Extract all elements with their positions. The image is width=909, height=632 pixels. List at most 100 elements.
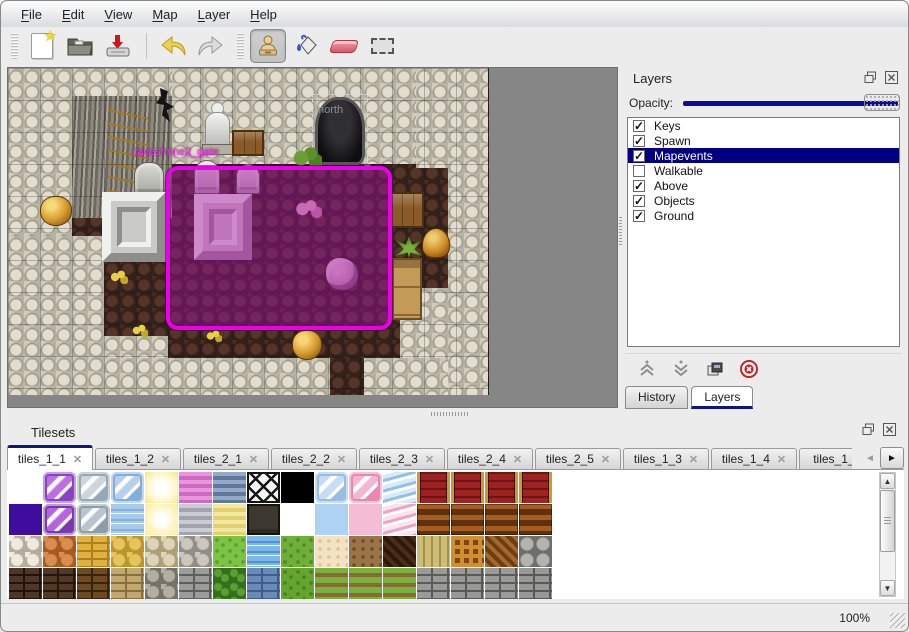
save-map-button[interactable] (100, 29, 136, 63)
palette-tile[interactable] (43, 472, 76, 503)
palette-tile[interactable] (43, 568, 76, 599)
resize-grip[interactable] (890, 613, 905, 628)
stamp-tool-button[interactable] (250, 29, 286, 63)
palette-tile[interactable] (417, 504, 450, 535)
palette-tile[interactable] (417, 536, 450, 567)
palette-tile[interactable] (315, 568, 348, 599)
palette-tile[interactable] (77, 568, 110, 599)
palette-tile[interactable] (281, 504, 314, 535)
open-map-button[interactable] (62, 29, 98, 63)
layer-checkbox[interactable]: ✓ (633, 180, 645, 192)
palette-tile[interactable] (111, 568, 144, 599)
palette-tile[interactable] (349, 536, 382, 567)
scroll-down-icon[interactable]: ▼ (880, 580, 895, 596)
palette-tile[interactable] (485, 472, 518, 503)
palette-tile[interactable] (383, 568, 416, 599)
palette-tile[interactable] (213, 568, 246, 599)
float-tilesets-icon[interactable] (862, 423, 875, 436)
palette-tile[interactable] (383, 472, 416, 503)
palette-tile[interactable] (145, 568, 178, 599)
palette-tile[interactable] (145, 504, 178, 535)
palette-tile[interactable] (315, 504, 348, 535)
scroll-tabs-right-button[interactable]: ► (880, 447, 904, 469)
menu-edit[interactable]: Edit (52, 3, 94, 26)
undo-button[interactable] (155, 29, 191, 63)
palette-tile[interactable] (349, 472, 382, 503)
opacity-slider-handle[interactable] (864, 94, 900, 111)
opacity-slider[interactable] (681, 94, 900, 112)
tab-close-icon[interactable]: ✕ (689, 453, 698, 466)
layer-row-objects[interactable]: ✓Objects (628, 193, 899, 208)
tab-close-icon[interactable]: ✕ (249, 453, 258, 466)
palette-tile[interactable] (451, 504, 484, 535)
tileset-tab-tiles_1_4[interactable]: tiles_1_4✕ (711, 448, 797, 470)
toolbar-drag-handle[interactable] (11, 33, 18, 59)
palette-tile[interactable] (349, 568, 382, 599)
palette-tile[interactable] (519, 472, 552, 503)
palette-tile[interactable] (111, 536, 144, 567)
palette-tile[interactable] (519, 504, 552, 535)
palette-tile[interactable] (213, 504, 246, 535)
layer-checkbox[interactable]: ✓ (633, 135, 645, 147)
palette-tile[interactable] (9, 504, 42, 535)
palette-tile[interactable] (315, 536, 348, 567)
duplicate-layer-button[interactable] (703, 358, 727, 380)
palette-tile[interactable] (9, 568, 42, 599)
palette-tile[interactable] (145, 472, 178, 503)
float-panel-icon[interactable] (864, 71, 877, 84)
raise-layer-button[interactable] (635, 358, 659, 380)
close-panel-icon[interactable] (885, 71, 898, 84)
scrollbar-thumb[interactable] (880, 490, 895, 552)
palette-tile[interactable] (315, 472, 348, 503)
layer-row-mapevents[interactable]: ✓Mapevents (628, 148, 899, 163)
tileset-tab-tiles_2_3[interactable]: tiles_2_3✕ (359, 448, 445, 470)
tileset-tab-tiles_2_5[interactable]: tiles_2_5✕ (535, 448, 621, 470)
tab-close-icon[interactable]: ✕ (513, 453, 522, 466)
map-canvas[interactable]: north (7, 67, 618, 408)
palette-tile[interactable] (417, 472, 450, 503)
menu-file[interactable]: File (11, 3, 52, 26)
tab-layers[interactable]: Layers (691, 386, 753, 409)
palette-tile[interactable] (451, 568, 484, 599)
palette-tile[interactable] (179, 504, 212, 535)
palette-tile[interactable] (247, 536, 280, 567)
palette-tile[interactable] (111, 472, 144, 503)
tab-close-icon[interactable]: ✕ (161, 453, 170, 466)
palette-tile[interactable] (247, 568, 280, 599)
close-tilesets-icon[interactable] (883, 423, 896, 436)
tab-close-icon[interactable]: ✕ (777, 453, 786, 466)
layer-row-keys[interactable]: ✓Keys (628, 118, 899, 133)
palette-tile[interactable] (485, 536, 518, 567)
palette-tile[interactable] (77, 504, 110, 535)
palette-tile[interactable] (247, 504, 280, 535)
palette-tile[interactable] (77, 472, 110, 503)
layer-row-spawn[interactable]: ✓Spawn (628, 133, 899, 148)
tileset-tab-tiles_1_[interactable]: tiles_1_✕ (799, 448, 852, 470)
fill-tool-button[interactable] (288, 29, 324, 63)
menu-view[interactable]: View (94, 3, 142, 26)
palette-tile[interactable] (485, 568, 518, 599)
palette-tile[interactable] (43, 536, 76, 567)
lower-layer-button[interactable] (669, 358, 693, 380)
horizontal-splitter[interactable] (5, 409, 906, 419)
layer-row-ground[interactable]: ✓Ground (628, 208, 899, 223)
palette-tile[interactable] (485, 504, 518, 535)
delete-layer-button[interactable] (737, 358, 761, 380)
palette-tile[interactable] (417, 568, 450, 599)
toolbar-drag-handle-2[interactable] (237, 33, 244, 59)
new-map-button[interactable] (24, 29, 60, 63)
palette-tile[interactable] (9, 472, 42, 503)
palette-tile[interactable] (213, 472, 246, 503)
layer-checkbox[interactable] (633, 165, 645, 177)
palette-tile[interactable] (111, 504, 144, 535)
layer-row-walkable[interactable]: Walkable (628, 163, 899, 178)
eraser-tool-button[interactable] (326, 29, 362, 63)
palette-tile[interactable] (349, 504, 382, 535)
tileset-tab-tiles_1_2[interactable]: tiles_1_2✕ (95, 448, 181, 470)
layer-checkbox[interactable]: ✓ (633, 210, 645, 222)
tab-history[interactable]: History (625, 386, 688, 409)
palette-tile[interactable] (77, 536, 110, 567)
menu-help[interactable]: Help (240, 3, 287, 26)
scroll-tabs-left-icon[interactable]: ◄ (863, 448, 877, 468)
redo-button[interactable] (193, 29, 229, 63)
